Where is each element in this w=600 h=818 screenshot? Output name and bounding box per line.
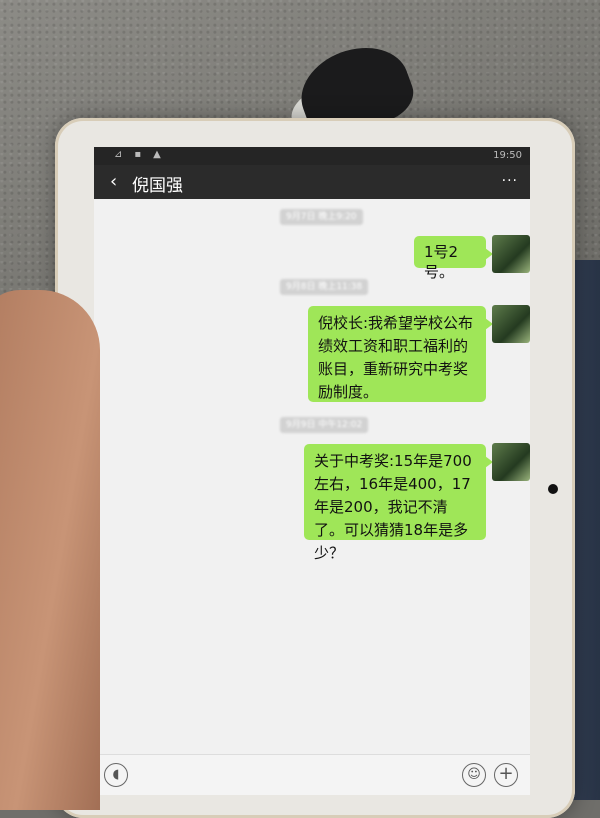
avatar[interactable] (492, 305, 530, 343)
voice-icon[interactable]: ◖ (104, 763, 128, 787)
message-timestamp: 9月7日 晚上9:20 (280, 209, 363, 225)
avatar[interactable] (492, 443, 530, 481)
message-timestamp: 9月9日 中午12:02 (280, 417, 369, 433)
back-icon[interactable]: ‹ (110, 171, 117, 192)
message-timestamp: 9月8日 晚上11:38 (280, 279, 369, 295)
tablet-screen: ⊿▪▲ 19:50 ‹ 倪国强 ··· 9月7日 晚上9:20 1号2号。 9月… (94, 147, 530, 795)
tablet-camera (548, 484, 558, 494)
chat-title: 倪国强 (132, 176, 183, 196)
warning-icon: ▲ (153, 149, 173, 160)
message-bubble[interactable]: 关于中考奖:15年是700左右，16年是400，17年是200，我记不清了。可以… (304, 444, 493, 562)
status-bar: ⊿▪▲ 19:50 (94, 147, 530, 165)
lock-icon: ▪ (134, 149, 154, 160)
input-bar: ◖ ☺ + (94, 754, 530, 795)
status-time: 19:50 (493, 150, 522, 161)
hand (0, 290, 100, 810)
message-bubble[interactable]: 1号2号。 (414, 236, 493, 281)
avatar[interactable] (492, 235, 530, 273)
plus-icon[interactable]: + (494, 763, 518, 787)
emoji-icon[interactable]: ☺ (462, 763, 486, 787)
message-bubble[interactable]: 倪校长:我希望学校公布绩效工资和职工福利的账目，重新研究中考奖励制度。 (308, 306, 493, 402)
signal-icon: ⊿ (114, 149, 135, 160)
chat-header: ‹ 倪国强 ··· (94, 165, 530, 199)
status-icons: ⊿▪▲ (114, 149, 173, 160)
more-options-icon[interactable]: ··· (502, 173, 518, 189)
